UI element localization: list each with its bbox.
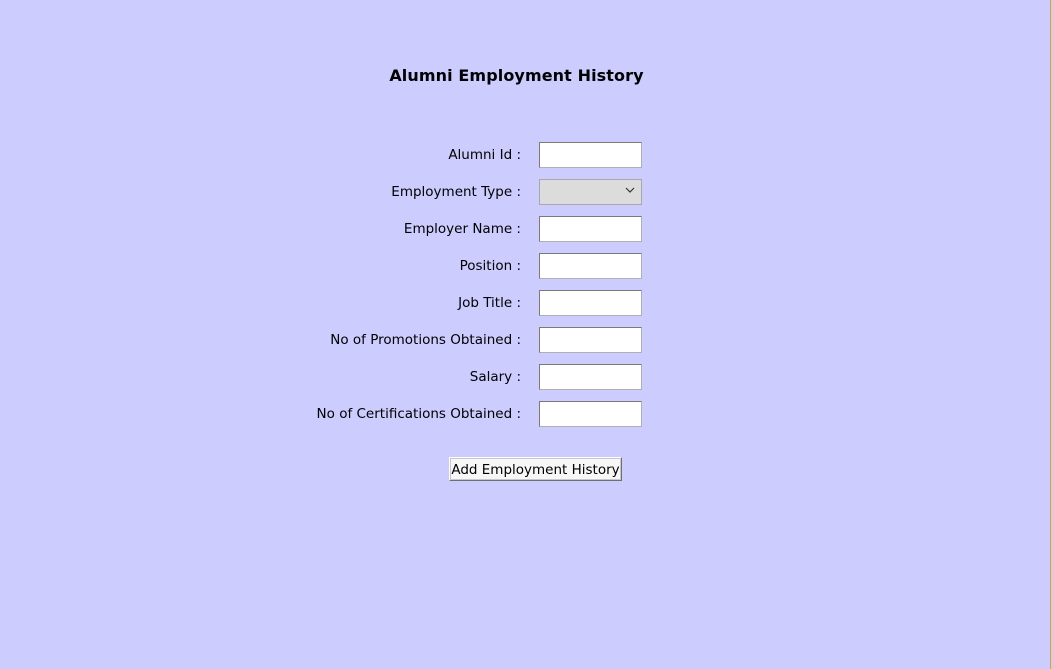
employer-name-row: Employer Name : — [0, 216, 1053, 242]
employer-name-label: Employer Name : — [403, 221, 521, 237]
add-employment-history-button[interactable]: Add Employment History — [449, 457, 622, 481]
page-title: Alumni Employment History — [389, 66, 644, 85]
alumni-id-input[interactable] — [539, 142, 642, 168]
employment-type-label: Employment Type : — [391, 184, 521, 200]
chevron-down-icon — [625, 187, 635, 193]
promotions-input[interactable] — [539, 327, 642, 353]
job-title-label: Job Title : — [458, 295, 521, 311]
salary-label: Salary : — [469, 369, 521, 385]
position-row: Position : — [0, 253, 1053, 279]
job-title-row: Job Title : — [0, 290, 1053, 316]
employment-type-row: Employment Type : — [0, 179, 1053, 205]
alumni-id-label: Alumni Id : — [448, 147, 521, 163]
certifications-input[interactable] — [539, 401, 642, 427]
promotions-row: No of Promotions Obtained : — [0, 327, 1053, 353]
employment-type-select[interactable] — [539, 179, 642, 205]
alumni-id-row: Alumni Id : — [0, 142, 1053, 168]
employer-name-input[interactable] — [539, 216, 642, 242]
position-input[interactable] — [539, 253, 642, 279]
salary-input[interactable] — [539, 364, 642, 390]
position-label: Position : — [459, 258, 521, 274]
job-title-input[interactable] — [539, 290, 642, 316]
promotions-label: No of Promotions Obtained : — [330, 332, 521, 348]
certifications-label: No of Certifications Obtained : — [316, 406, 521, 422]
certifications-row: No of Certifications Obtained : — [0, 401, 1053, 427]
salary-row: Salary : — [0, 364, 1053, 390]
